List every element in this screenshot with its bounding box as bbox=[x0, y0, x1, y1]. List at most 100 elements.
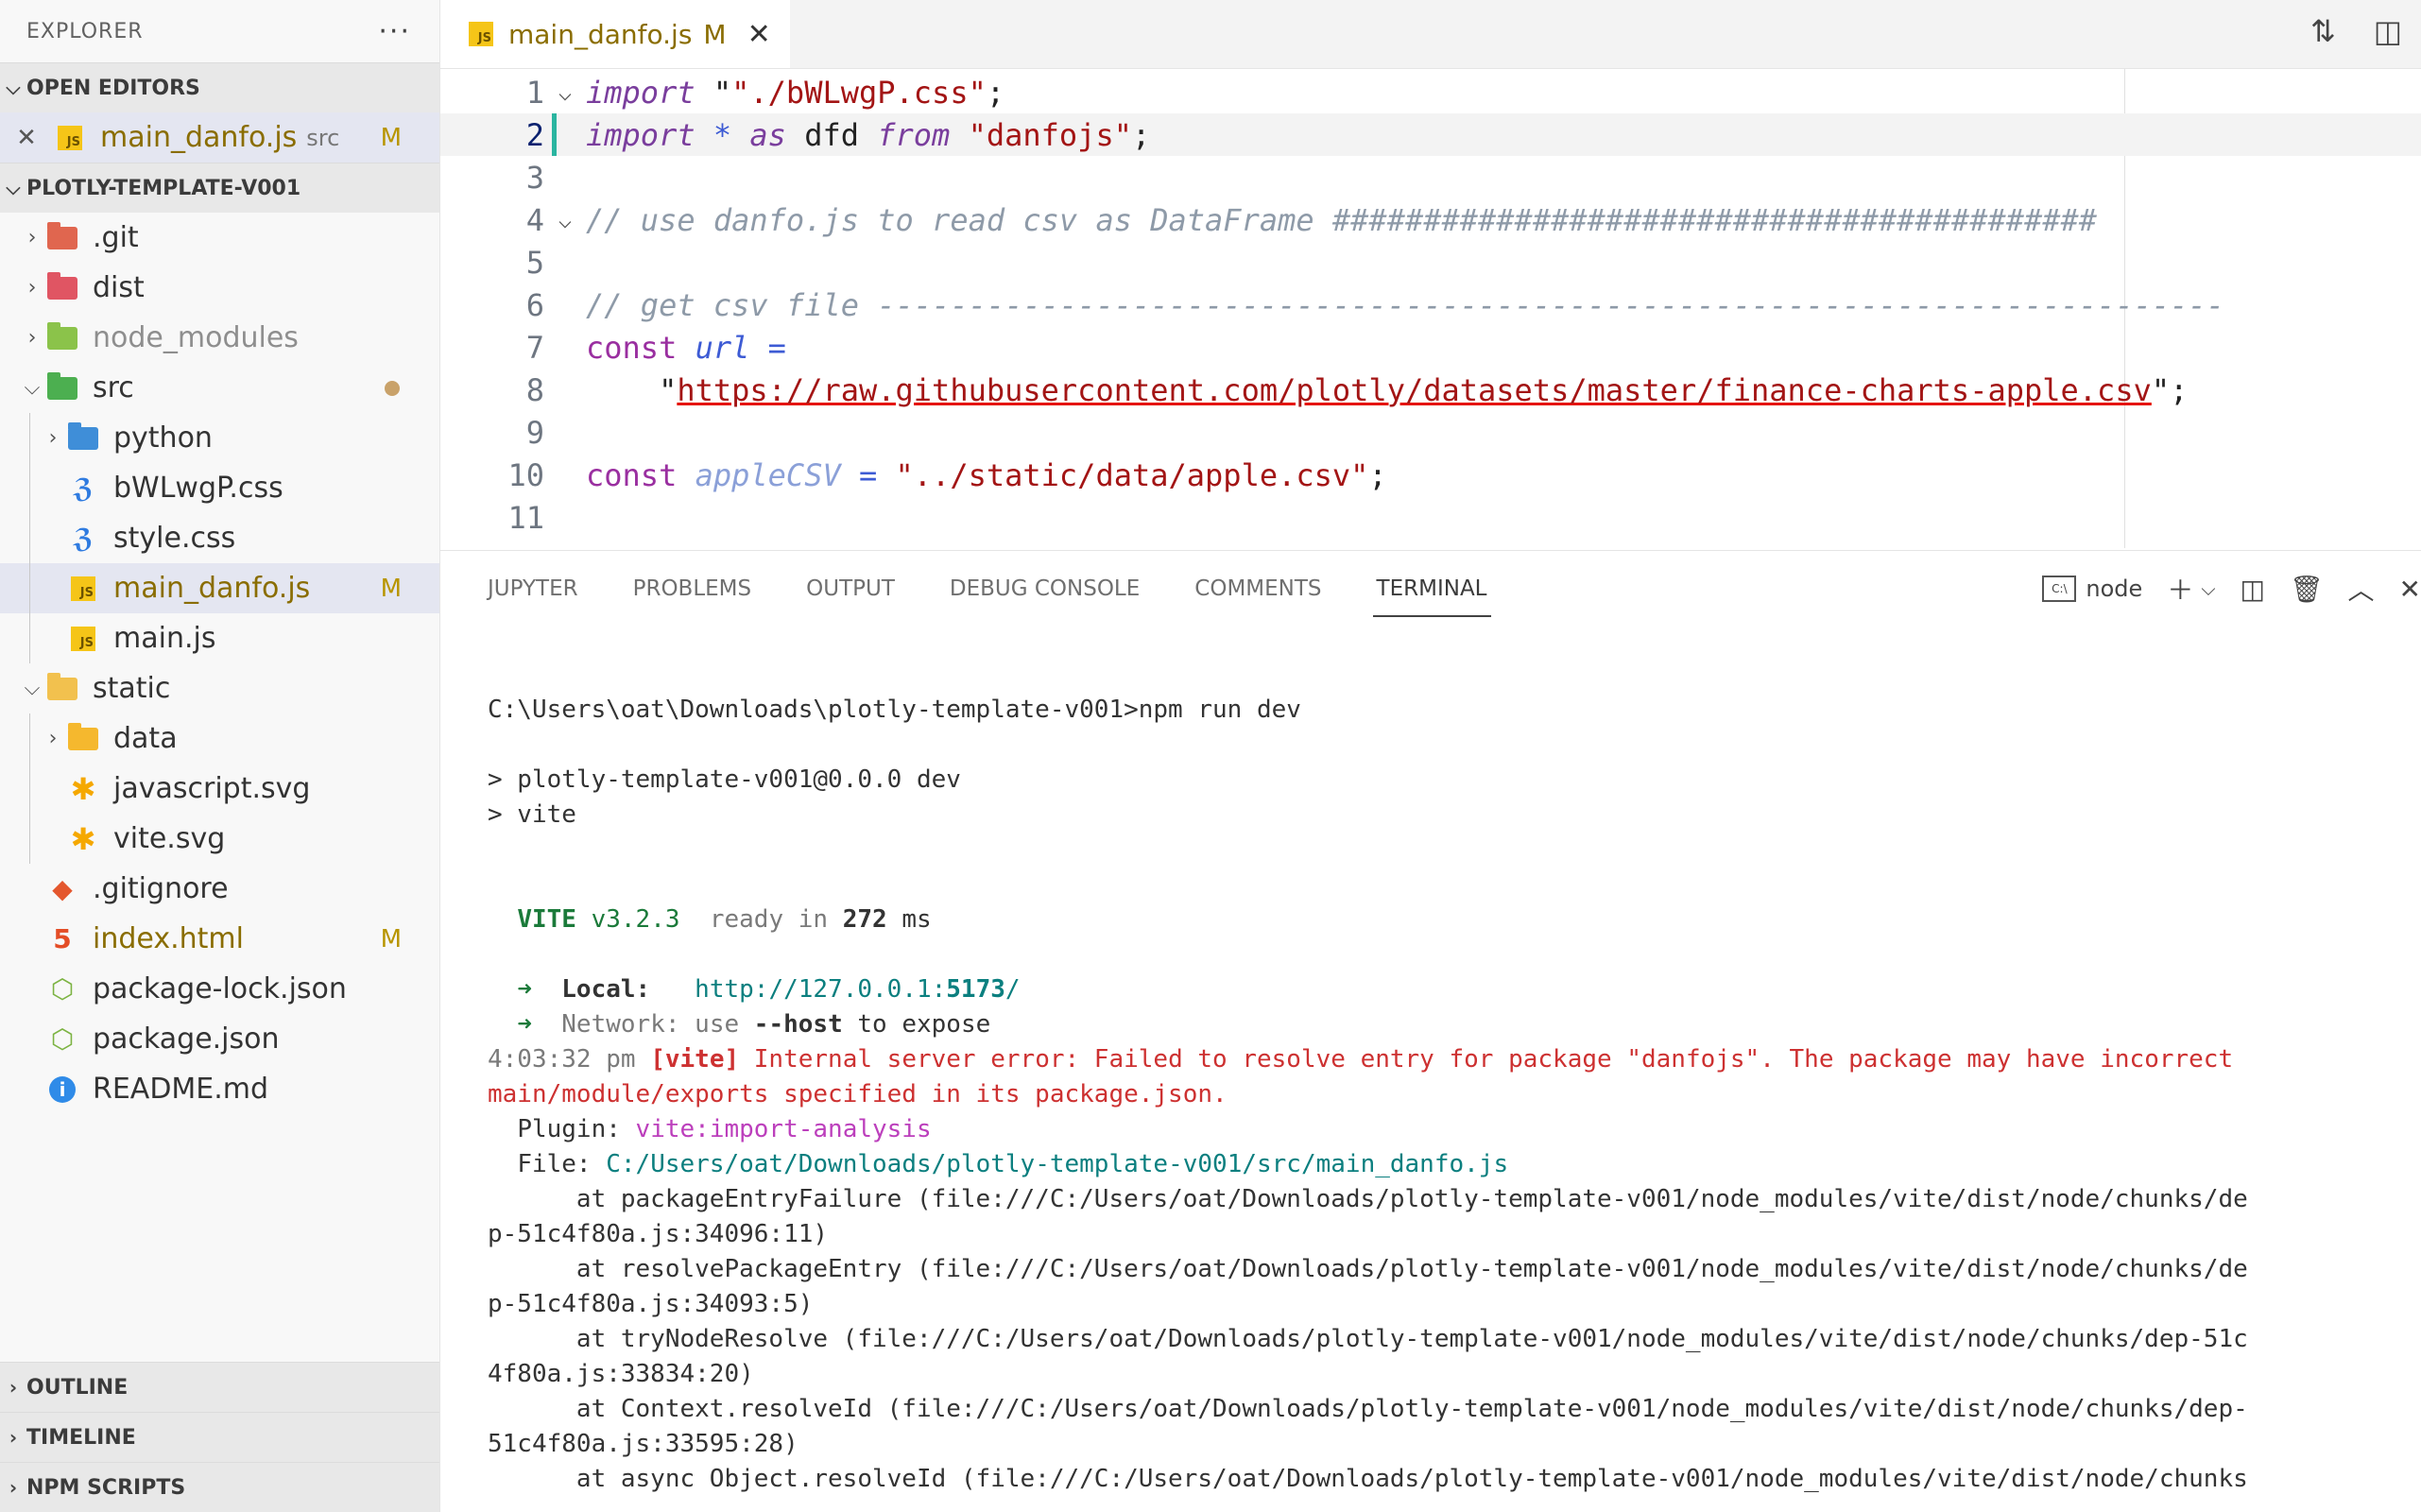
project-label: PLOTLY-TEMPLATE-V001 bbox=[26, 176, 301, 200]
tab-jupyter[interactable]: JUPYTER bbox=[488, 551, 578, 627]
ms-unit: ms bbox=[901, 905, 932, 934]
code-line: 8 "https://raw.githubusercontent.com/plo… bbox=[440, 369, 2421, 411]
terminal-icon[interactable]: C:\ bbox=[2042, 576, 2077, 602]
chevron-down-icon[interactable]: ⌵ bbox=[2201, 577, 2215, 600]
network-host: --host bbox=[753, 1010, 843, 1039]
tree-item-dist[interactable]: › dist bbox=[0, 263, 439, 313]
svg-file-icon: ✱ bbox=[70, 820, 96, 857]
outline-header[interactable]: › OUTLINE bbox=[0, 1362, 439, 1412]
tree-item-vite-svg[interactable]: ✱ vite.svg bbox=[0, 814, 439, 864]
tree-item-git[interactable]: › .git bbox=[0, 213, 439, 263]
timeline-header[interactable]: › TIMELINE bbox=[0, 1412, 439, 1462]
stack-line: 4f80a.js:33834:20) bbox=[488, 1360, 754, 1388]
indent-guide bbox=[29, 463, 30, 513]
tab-comments[interactable]: COMMENTS bbox=[1194, 551, 1321, 627]
tree-label: main_danfo.js bbox=[113, 572, 311, 605]
code-text: const appleCSV = "../static/data/apple.c… bbox=[586, 457, 1387, 493]
tree-item-style-css[interactable]: ℨ style.css bbox=[0, 513, 439, 563]
panel-tabs: JUPYTER PROBLEMS OUTPUT DEBUG CONSOLE CO… bbox=[488, 551, 1491, 627]
editor-tab-bar: JS main_danfo.js M ✕ ⇅ ◫ bbox=[440, 0, 2421, 69]
tab-main-danfo-js[interactable]: JS main_danfo.js M ✕ bbox=[440, 0, 790, 68]
open-editors-label: OPEN EDITORS bbox=[26, 76, 200, 100]
tree-item-src[interactable]: ⌵ src bbox=[0, 363, 439, 413]
tree-item-gitignore[interactable]: ◆ .gitignore bbox=[0, 864, 439, 914]
terminal-line: Plugin: vite:import-analysis bbox=[488, 1112, 2402, 1147]
line-number: 6 bbox=[525, 286, 544, 323]
token-string: "../static/data/apple.csv" bbox=[895, 456, 1369, 493]
token-operator: = bbox=[858, 456, 878, 493]
timeline-label: TIMELINE bbox=[26, 1425, 136, 1450]
node-folder-icon bbox=[45, 321, 79, 352]
maximize-panel-icon[interactable]: ︿ bbox=[2348, 570, 2375, 608]
project-header[interactable]: ⌵ PLOTLY-TEMPLATE-V001 bbox=[0, 163, 439, 213]
indent-guide bbox=[29, 764, 30, 814]
close-icon[interactable]: ✕ bbox=[747, 18, 771, 51]
code-line: 4 ⌵ // use danfo.js to read csv as DataF… bbox=[440, 198, 2421, 241]
token-keyword: import bbox=[586, 74, 695, 111]
tree-item-node-modules[interactable]: › node_modules bbox=[0, 313, 439, 363]
fold-chevron-icon[interactable]: ⌵ bbox=[544, 207, 586, 233]
open-editor-item[interactable]: ✕ JS main_danfo.js src M bbox=[0, 112, 439, 163]
tab-terminal[interactable]: TERMINAL bbox=[1372, 551, 1491, 627]
token-comment: // use danfo.js to read csv as DataFrame… bbox=[586, 201, 2098, 238]
dist-folder-icon bbox=[45, 271, 79, 302]
indent-guide bbox=[29, 814, 30, 864]
tab-output[interactable]: OUTPUT bbox=[806, 551, 895, 627]
chevron-right-icon: › bbox=[9, 1476, 18, 1499]
tree-label: python bbox=[113, 421, 213, 455]
tab-debug-console[interactable]: DEBUG CONSOLE bbox=[950, 551, 1140, 627]
token-url-string[interactable]: https://raw.githubusercontent.com/plotly… bbox=[677, 372, 2152, 408]
tree-item-package-json[interactable]: ⬡ package.json bbox=[0, 1014, 439, 1064]
editor-actions: ⇅ ◫ bbox=[2310, 13, 2402, 49]
tree-item-main-js[interactable]: JS main.js bbox=[0, 613, 439, 663]
stack-line: p-51c4f80a.js:34096:11) bbox=[488, 1220, 829, 1248]
terminal-selector[interactable]: node bbox=[2086, 576, 2142, 602]
new-terminal-icon[interactable]: ＋ bbox=[2167, 570, 2193, 608]
file-path[interactable]: C:/Users/oat/Downloads/plotly-template-v… bbox=[606, 1150, 1508, 1178]
close-panel-icon[interactable]: ✕ bbox=[2399, 574, 2421, 605]
tab-label: main_danfo.js bbox=[508, 18, 693, 50]
split-terminal-icon[interactable]: ◫ bbox=[2241, 574, 2265, 605]
plugin-label: Plugin: bbox=[517, 1115, 621, 1143]
tree-item-data[interactable]: › data bbox=[0, 713, 439, 764]
tree-item-main-danfo-js[interactable]: JS main_danfo.js M bbox=[0, 563, 439, 613]
more-actions-icon[interactable]: ··· bbox=[378, 15, 411, 48]
terminal-output[interactable]: C:\Users\oat\Downloads\plotly-template-v… bbox=[488, 693, 2402, 1497]
tree-item-readme[interactable]: i README.md bbox=[0, 1064, 439, 1114]
line-number: 7 bbox=[525, 329, 544, 366]
tree-item-bwlwgp-css[interactable]: ℨ bWLwgP.css bbox=[0, 463, 439, 513]
tree-label: .git bbox=[93, 221, 139, 254]
split-editor-icon[interactable]: ◫ bbox=[2374, 13, 2402, 49]
compare-changes-icon[interactable]: ⇅ bbox=[2310, 13, 2336, 49]
indent-guide bbox=[29, 413, 30, 463]
code-line: 11 bbox=[440, 496, 2421, 539]
code-editor[interactable]: 1 ⌵ import ""./bWLwgP.css"; 2 import * a… bbox=[440, 69, 2421, 548]
fold-chevron-icon[interactable]: ⌵ bbox=[544, 79, 586, 106]
git-icon: ◆ bbox=[52, 873, 73, 904]
tree-item-package-lock-json[interactable]: ⬡ package-lock.json bbox=[0, 964, 439, 1014]
tree-item-static[interactable]: ⌵ static bbox=[0, 663, 439, 713]
tree-label: bWLwgP.css bbox=[113, 472, 283, 505]
tree-item-python[interactable]: › python bbox=[0, 413, 439, 463]
tree-label: src bbox=[93, 371, 134, 404]
line-number: 1 bbox=[525, 74, 544, 111]
token-comment: // get csv file ------------------------… bbox=[586, 286, 2224, 323]
line-number: 10 bbox=[507, 456, 544, 493]
code-text: const url = bbox=[586, 330, 786, 366]
trash-icon[interactable]: 🗑 bbox=[2290, 574, 2324, 605]
terminal-line: > plotly-template-v001@0.0.0 dev bbox=[488, 763, 2402, 798]
npm-scripts-header[interactable]: › NPM SCRIPTS bbox=[0, 1462, 439, 1512]
chevron-down-icon: ⌵ bbox=[6, 77, 21, 99]
tree-item-javascript-svg[interactable]: ✱ javascript.svg bbox=[0, 764, 439, 814]
tree-item-index-html[interactable]: 5 index.html M bbox=[0, 914, 439, 964]
local-url[interactable]: http://127.0.0.1: bbox=[695, 975, 946, 1004]
tab-problems[interactable]: PROBLEMS bbox=[633, 551, 752, 627]
code-line: 3 bbox=[440, 156, 2421, 198]
open-editors-header[interactable]: ⌵ OPEN EDITORS bbox=[0, 62, 439, 112]
close-icon[interactable]: ✕ bbox=[0, 124, 53, 152]
stack-line: at resolvePackageEntry (file:///C:/Users… bbox=[488, 1255, 2248, 1283]
css-file-icon: ℨ bbox=[73, 472, 94, 504]
token-string: "danfojs" bbox=[968, 116, 1132, 153]
js-file-icon: JS bbox=[66, 625, 100, 653]
chevron-right-icon: › bbox=[27, 276, 37, 300]
